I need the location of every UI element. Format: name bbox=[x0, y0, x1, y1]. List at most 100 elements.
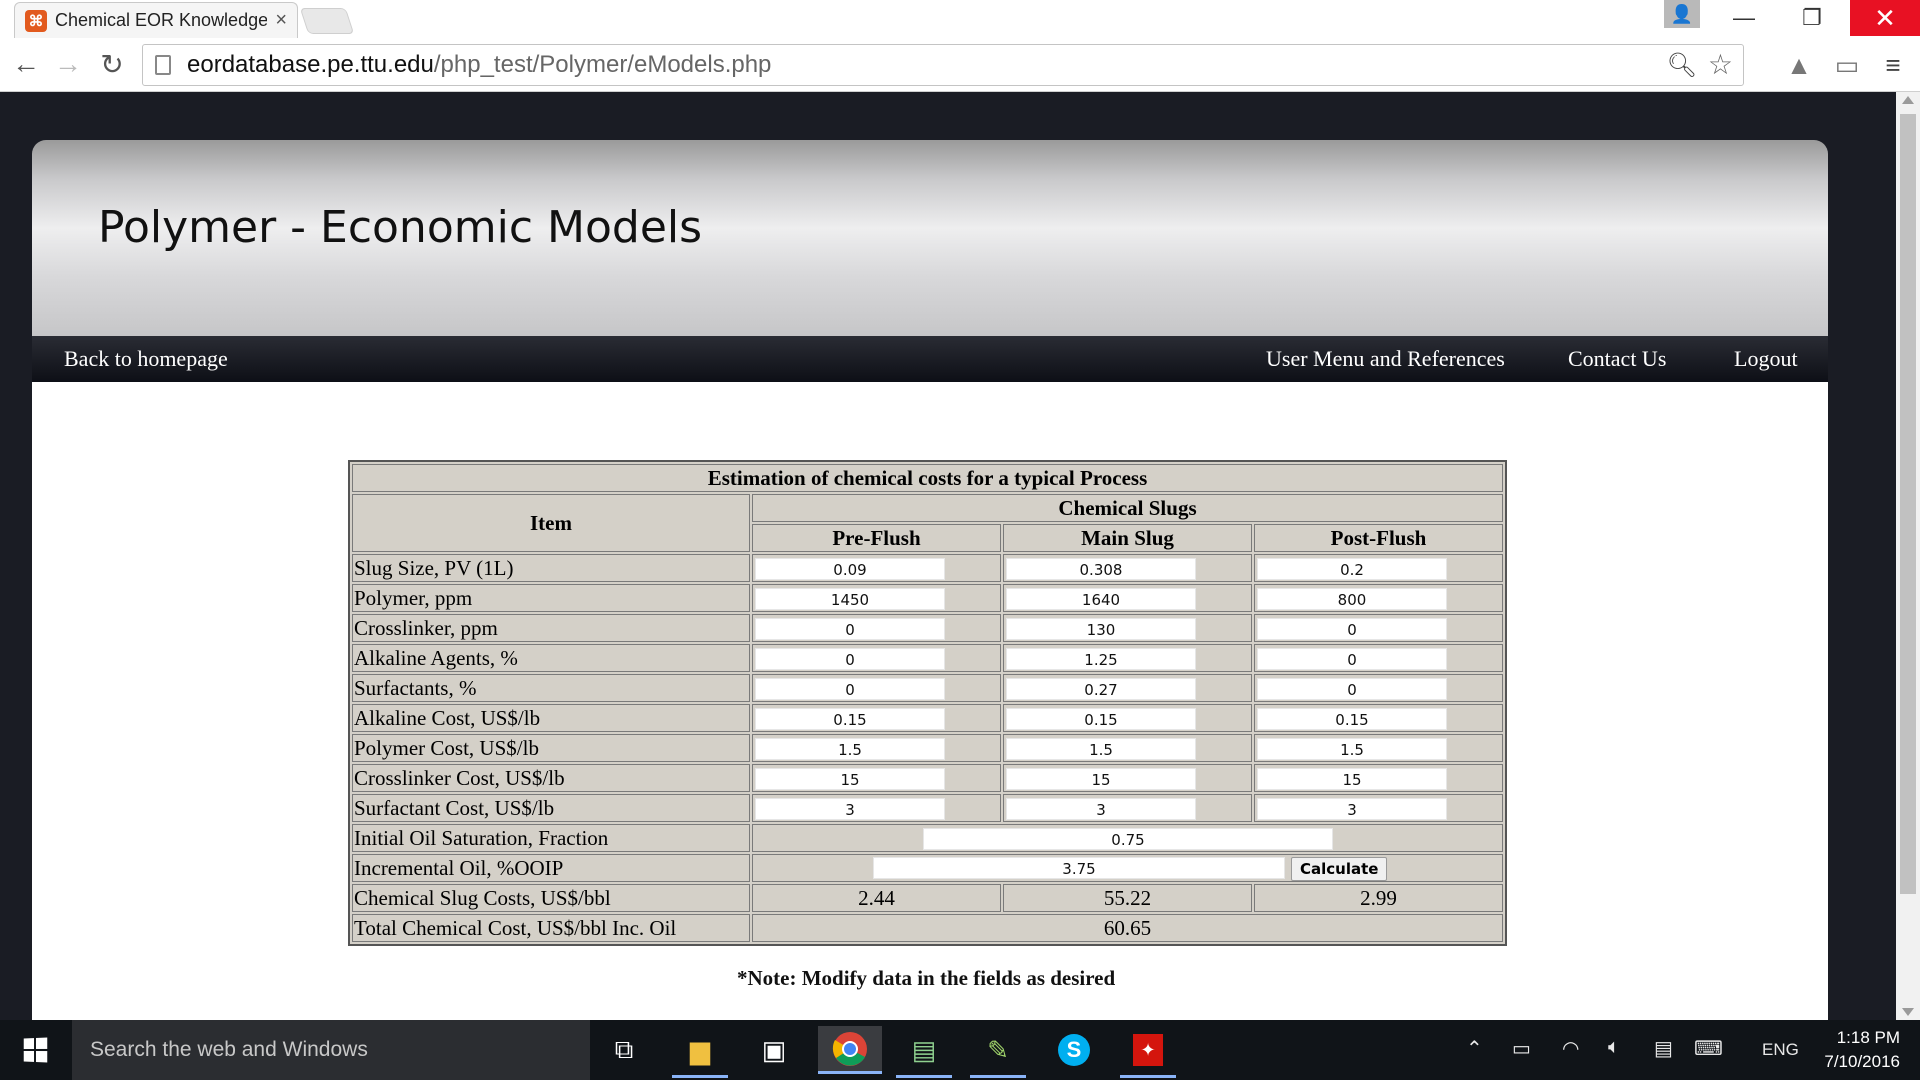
surfactant-cost-post-flush-input[interactable]: 3 bbox=[1257, 797, 1447, 820]
polymer-pre-flush-input[interactable]: 1450 bbox=[755, 587, 945, 610]
forward-arrow-icon[interactable]: → bbox=[50, 46, 86, 82]
alkaline-main-slug-input[interactable]: 1.25 bbox=[1006, 647, 1196, 670]
surfactants-post-flush-input[interactable]: 0 bbox=[1257, 677, 1447, 700]
crosslinker-main-slug-input[interactable]: 130 bbox=[1006, 617, 1196, 640]
start-button[interactable] bbox=[0, 1020, 70, 1080]
row-label: Chemical Slug Costs, US$/bbl bbox=[352, 884, 750, 913]
polymer-cost-main-slug-input[interactable]: 1.5 bbox=[1006, 737, 1196, 760]
page-scrollbar[interactable] bbox=[1896, 92, 1920, 1020]
row-label: Incremental Oil, %OOIP bbox=[352, 854, 750, 883]
notification-icon[interactable]: ▤ bbox=[1654, 1036, 1673, 1061]
site-navbar: Back to homepage User Menu and Reference… bbox=[32, 336, 1828, 382]
oil-saturation-input[interactable]: 0.75 bbox=[923, 827, 1333, 850]
table-row: Chemical Slug Costs, US$/bbl 2.44 55.22 … bbox=[352, 884, 1503, 913]
row-label: Crosslinker, ppm bbox=[352, 614, 750, 642]
language-indicator[interactable]: ENG bbox=[1762, 1040, 1799, 1060]
row-label: Surfactant Cost, US$/lb bbox=[352, 794, 750, 822]
chrome-icon[interactable] bbox=[818, 1026, 882, 1074]
alkaline-post-flush-input[interactable]: 0 bbox=[1257, 647, 1447, 670]
row-label: Surfactants, % bbox=[352, 674, 750, 702]
keyboard-icon[interactable]: ⌨ bbox=[1694, 1036, 1723, 1061]
tab-close-icon[interactable]: × bbox=[275, 9, 287, 32]
polymer-post-flush-input[interactable]: 800 bbox=[1257, 587, 1447, 610]
column-header-pre-flush: Pre-Flush bbox=[752, 524, 1001, 552]
incremental-oil-input[interactable]: 3.75 bbox=[873, 857, 1285, 879]
alkaline-cost-post-flush-input[interactable]: 0.15 bbox=[1257, 707, 1447, 730]
surfactant-cost-pre-flush-input[interactable]: 3 bbox=[755, 797, 945, 820]
scroll-up-arrow-icon[interactable] bbox=[1902, 96, 1914, 104]
table-row: Alkaline Cost, US$/lb 0.15 0.15 0.15 bbox=[352, 704, 1503, 732]
polymer-main-slug-input[interactable]: 1640 bbox=[1006, 587, 1196, 610]
task-view-icon[interactable]: ⧉ bbox=[592, 1026, 656, 1074]
url-host: eordatabase.pe.ttu.edu bbox=[187, 51, 434, 78]
slug-cost-pre-flush: 2.44 bbox=[752, 884, 1001, 913]
command-prompt-icon[interactable]: ▣ bbox=[742, 1026, 806, 1074]
window-restore-button[interactable]: ❐ bbox=[1782, 0, 1842, 36]
crosslinker-cost-pre-flush-input[interactable]: 15 bbox=[755, 767, 945, 790]
nav-link-user-menu[interactable]: User Menu and References bbox=[1266, 346, 1505, 372]
chemical-cost-table: Estimation of chemical costs for a typic… bbox=[348, 460, 1507, 947]
crosslinker-pre-flush-input[interactable]: 0 bbox=[755, 617, 945, 640]
slug-size-post-flush-input[interactable]: 0.2 bbox=[1257, 557, 1447, 580]
surfactant-cost-main-slug-input[interactable]: 3 bbox=[1006, 797, 1196, 820]
row-label: Polymer Cost, US$/lb bbox=[352, 734, 750, 762]
page-icon bbox=[155, 55, 171, 75]
slug-cost-post-flush: 2.99 bbox=[1254, 884, 1503, 913]
file-explorer-icon[interactable]: ▆ bbox=[668, 1026, 732, 1078]
site-favicon-icon: ⌘ bbox=[25, 9, 47, 32]
new-tab-button[interactable] bbox=[299, 8, 355, 34]
window-close-button[interactable]: ✕ bbox=[1850, 0, 1920, 36]
surfactants-pre-flush-input[interactable]: 0 bbox=[755, 677, 945, 700]
wifi-icon[interactable]: ◠ bbox=[1562, 1036, 1579, 1061]
profile-avatar-icon[interactable]: 👤 bbox=[1664, 0, 1700, 28]
acrobat-icon[interactable]: ✦ bbox=[1116, 1026, 1180, 1078]
surfactants-main-slug-input[interactable]: 0.27 bbox=[1006, 677, 1196, 700]
polymer-cost-post-flush-input[interactable]: 1.5 bbox=[1257, 737, 1447, 760]
address-bar[interactable]: eordatabase.pe.ttu.edu/php_test/Polymer/… bbox=[142, 44, 1744, 86]
bookmark-star-icon[interactable]: ☆ bbox=[1708, 48, 1733, 81]
browser-tab[interactable]: ⌘ Chemical EOR Knowledge × bbox=[14, 2, 298, 38]
row-label: Alkaline Agents, % bbox=[352, 644, 750, 672]
cast-icon[interactable]: ▭ bbox=[1830, 48, 1864, 82]
table-caption: Estimation of chemical costs for a typic… bbox=[352, 464, 1503, 492]
nav-link-home[interactable]: Back to homepage bbox=[64, 346, 228, 372]
alkaline-cost-main-slug-input[interactable]: 0.15 bbox=[1006, 707, 1196, 730]
back-arrow-icon[interactable]: ← bbox=[8, 46, 44, 82]
scroll-down-arrow-icon[interactable] bbox=[1902, 1008, 1914, 1016]
item-header: Item bbox=[352, 494, 750, 552]
battery-icon[interactable]: ▭ bbox=[1512, 1036, 1531, 1061]
search-icon[interactable]: 🔍︎ bbox=[1667, 51, 1697, 80]
drive-extension-icon[interactable]: ▲ bbox=[1782, 48, 1816, 82]
chrome-logo-icon bbox=[832, 1031, 867, 1066]
terminal-icon[interactable]: ▤ bbox=[892, 1026, 956, 1078]
window-minimize-button[interactable]: — bbox=[1714, 0, 1774, 36]
row-label: Total Chemical Cost, US$/bbl Inc. Oil bbox=[352, 914, 750, 943]
slug-size-pre-flush-input[interactable]: 0.09 bbox=[755, 557, 945, 580]
notepad-icon[interactable]: ✎ bbox=[966, 1026, 1030, 1078]
table-row: Crosslinker Cost, US$/lb 15 15 15 bbox=[352, 764, 1503, 792]
nav-link-logout[interactable]: Logout bbox=[1734, 346, 1798, 372]
tray-overflow-chevron-icon[interactable]: ⌃ bbox=[1466, 1036, 1483, 1061]
menu-icon[interactable]: ≡ bbox=[1876, 48, 1910, 82]
table-row: Polymer, ppm 1450 1640 800 bbox=[352, 584, 1503, 612]
row-label: Slug Size, PV (1L) bbox=[352, 554, 750, 582]
clock[interactable]: 1:18 PM 7/10/2016 bbox=[1800, 1026, 1900, 1074]
volume-icon[interactable]: 🔈︎ bbox=[1608, 1036, 1620, 1059]
crosslinker-cost-post-flush-input[interactable]: 15 bbox=[1257, 767, 1447, 790]
crosslinker-cost-main-slug-input[interactable]: 15 bbox=[1006, 767, 1196, 790]
scrollbar-thumb[interactable] bbox=[1900, 114, 1916, 894]
taskbar-search-box[interactable]: Search the web and Windows bbox=[72, 1020, 590, 1080]
reload-icon[interactable]: ↻ bbox=[94, 46, 130, 82]
slug-size-main-slug-input[interactable]: 0.308 bbox=[1006, 557, 1196, 580]
alkaline-cost-pre-flush-input[interactable]: 0.15 bbox=[755, 707, 945, 730]
calculate-button[interactable]: Calculate bbox=[1291, 857, 1388, 882]
table-row: Crosslinker, ppm 0 130 0 bbox=[352, 614, 1503, 642]
table-row: Alkaline Agents, % 0 1.25 0 bbox=[352, 644, 1503, 672]
table-row: Incremental Oil, %OOIP 3.75 Calculate bbox=[352, 854, 1503, 883]
skype-icon[interactable]: S bbox=[1042, 1026, 1106, 1074]
nav-link-contact[interactable]: Contact Us bbox=[1568, 346, 1666, 372]
table-row: Total Chemical Cost, US$/bbl Inc. Oil 60… bbox=[352, 914, 1503, 943]
polymer-cost-pre-flush-input[interactable]: 1.5 bbox=[755, 737, 945, 760]
alkaline-pre-flush-input[interactable]: 0 bbox=[755, 647, 945, 670]
crosslinker-post-flush-input[interactable]: 0 bbox=[1257, 617, 1447, 640]
